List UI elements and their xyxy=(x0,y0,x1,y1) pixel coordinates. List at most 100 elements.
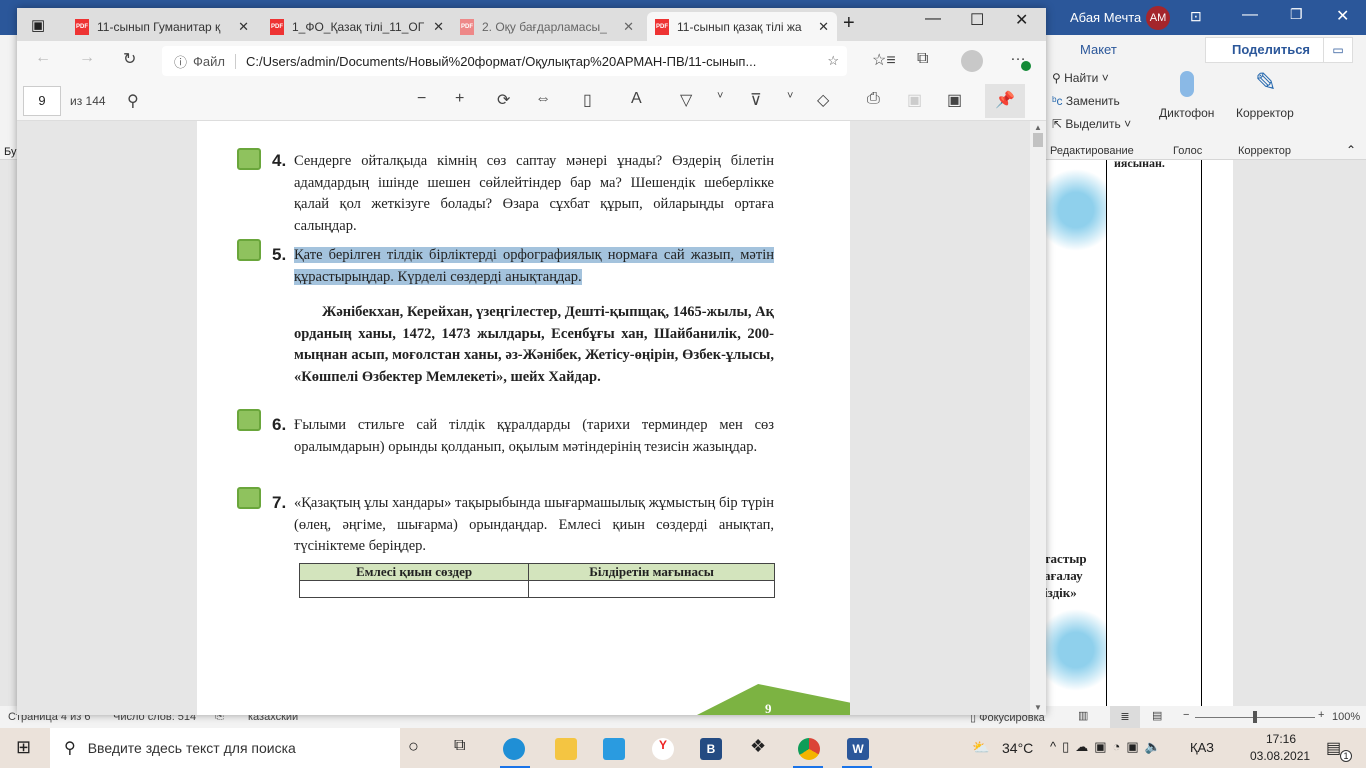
zoom-in-button[interactable]: + xyxy=(455,90,464,108)
address-input[interactable]: ⓘ Файл C:/Users/admin/Documents/Новый%20… xyxy=(162,46,847,76)
save-icon[interactable]: ▣ xyxy=(907,90,922,110)
search-icon[interactable]: ⚲ xyxy=(127,91,139,111)
read-mode-icon[interactable]: ▥ xyxy=(1078,709,1088,722)
share-button[interactable]: Поделиться xyxy=(1205,37,1339,63)
close-tab-icon[interactable]: ✕ xyxy=(818,19,829,35)
user-name: Абая Мечта xyxy=(1070,10,1142,25)
notification-count: 1 xyxy=(1340,750,1352,762)
collections-icon[interactable]: ⧉ xyxy=(917,50,928,68)
close-button[interactable]: ✕ xyxy=(1336,6,1349,26)
clock-date[interactable]: 03.08.2021 xyxy=(1250,749,1310,763)
close-tab-icon[interactable]: ✕ xyxy=(238,19,249,35)
save-as-icon[interactable]: ▣ xyxy=(947,90,962,110)
restore-button[interactable]: ❐ xyxy=(1290,6,1303,23)
input-language[interactable]: ҚАЗ xyxy=(1190,740,1214,755)
cell-text: иясынан. xyxy=(1114,156,1165,170)
yandex-icon[interactable]: Y xyxy=(652,738,674,760)
pdf-viewer: 4. Сендерге ойталқыда кімнің сөз саптау … xyxy=(17,121,1030,715)
replace-button[interactable]: ᵇc Заменить xyxy=(1052,94,1120,108)
scrollbar[interactable]: ▲ ▼ xyxy=(1030,121,1046,715)
editor-pen-icon[interactable]: ✎ xyxy=(1255,67,1277,98)
info-icon[interactable]: ⓘ xyxy=(174,52,187,71)
mail-icon[interactable] xyxy=(603,738,625,760)
pdf-page: 4. Сендерге ойталқыда кімнің сөз саптау … xyxy=(197,121,850,715)
favorite-add-icon[interactable]: ☆ xyxy=(827,53,839,69)
search-box[interactable]: ⚲ Введите здесь текст для поиска xyxy=(50,728,400,768)
print-icon[interactable]: ⎙ xyxy=(867,90,880,108)
share-label: Поделиться xyxy=(1232,42,1311,57)
microphone-icon[interactable] xyxy=(1180,71,1194,97)
zoom-level[interactable]: 100% xyxy=(1332,711,1360,723)
scroll-up-icon[interactable]: ▲ xyxy=(1034,123,1042,132)
tab-layout[interactable]: Макет xyxy=(1080,42,1117,57)
new-tab-button[interactable]: + xyxy=(843,12,855,35)
avatar[interactable]: АМ xyxy=(1146,6,1170,30)
eraser-icon[interactable]: ◇ xyxy=(817,90,829,110)
refresh-button[interactable]: ↻ xyxy=(123,49,136,69)
cortana-icon[interactable]: ○ xyxy=(408,736,419,757)
read-aloud-icon[interactable]: A xyxy=(631,90,642,108)
web-layout-icon[interactable]: ▤ xyxy=(1152,709,1162,722)
forward-button[interactable]: → xyxy=(79,49,95,67)
word-icon[interactable]: W xyxy=(847,738,869,760)
highlight-icon[interactable]: ⊽ xyxy=(750,90,762,110)
close-tab-icon[interactable]: ✕ xyxy=(623,19,634,35)
file-explorer-icon[interactable] xyxy=(555,738,577,760)
page-number-input[interactable]: 9 xyxy=(23,86,61,116)
ribbon-display-icon[interactable]: ⊡ xyxy=(1190,8,1202,25)
task-text-highlighted[interactable]: Қате берілген тілдік бірліктерді орфогра… xyxy=(294,247,774,285)
editor-button[interactable]: Корректор xyxy=(1236,106,1294,120)
back-button[interactable]: ← xyxy=(35,49,51,67)
minimize-button[interactable]: — xyxy=(1242,6,1258,24)
collapse-ribbon-icon[interactable]: ⌃ xyxy=(1346,143,1356,157)
replace-icon: ᵇc xyxy=(1052,94,1063,108)
dictate-button[interactable]: Диктофон xyxy=(1159,106,1214,120)
edge-app-icon[interactable] xyxy=(503,738,525,760)
close-button[interactable]: ✕ xyxy=(1015,10,1028,30)
tab[interactable]: PDF 2. Оқу бағдарламасы_ ✕ xyxy=(452,12,642,41)
vk-icon[interactable]: B xyxy=(700,738,722,760)
side-line: ағалау xyxy=(1044,568,1083,583)
scroll-thumb[interactable] xyxy=(1033,133,1043,147)
notifications-icon[interactable]: ▤ xyxy=(1326,738,1341,758)
select-button[interactable]: ⇱ Выделить ˅ xyxy=(1052,117,1131,131)
clock-time[interactable]: 17:16 xyxy=(1266,732,1296,746)
page-view-icon[interactable]: ▯ xyxy=(583,90,592,110)
dropbox-icon[interactable]: ❖ xyxy=(750,736,766,757)
tab-title: 2. Оқу бағдарламасы_ xyxy=(482,19,607,34)
chrome-icon[interactable] xyxy=(798,738,820,760)
table-cell xyxy=(298,580,530,598)
tab-active[interactable]: PDF 11-сынып қазақ тілі жа ✕ xyxy=(647,12,837,41)
table-header: Білдіретін мағынасы xyxy=(528,563,775,581)
zoom-out-button[interactable]: − xyxy=(417,90,426,108)
pin-toolbar-icon[interactable]: 📌 xyxy=(985,84,1025,118)
comments-icon[interactable]: ▭ xyxy=(1323,37,1353,63)
rotate-icon[interactable]: ⟳ xyxy=(497,90,510,110)
find-label: Найти xyxy=(1064,71,1099,85)
weather-temp[interactable]: 34°C xyxy=(1002,740,1033,756)
zoom-slider-thumb[interactable] xyxy=(1253,711,1257,723)
windows-start-icon[interactable]: ⊞ xyxy=(16,737,31,758)
find-button[interactable]: ⚲ Найти ˅ xyxy=(1052,71,1109,85)
print-layout-icon[interactable]: ≣ xyxy=(1110,706,1140,728)
scroll-down-icon[interactable]: ▼ xyxy=(1034,703,1042,712)
highlight-options-chevron-icon[interactable]: ˅ xyxy=(787,90,793,102)
zoom-in[interactable]: + xyxy=(1318,709,1324,721)
draw-options-chevron-icon[interactable]: ˅ xyxy=(717,90,723,102)
minimize-button[interactable]: — xyxy=(925,10,941,28)
favorites-icon[interactable]: ☆≡ xyxy=(872,50,896,70)
fit-width-icon[interactable]: ⇔ xyxy=(535,90,551,108)
task-view-icon[interactable]: ⧉ xyxy=(454,737,465,755)
draw-icon[interactable]: ▽ xyxy=(680,90,692,110)
pdf-toolbar: 9 из 144 ⚲ − + ⟳ ⇔ ▯ A ▽ ˅ ⊽ ˅ ◇ ⎙ ▣ ▣ 📌 xyxy=(17,81,1046,121)
tab[interactable]: PDF 11-сынып Гуманитар қ ✕ xyxy=(67,12,257,41)
profile-avatar[interactable] xyxy=(961,50,983,72)
maximize-button[interactable]: ☐ xyxy=(970,10,984,30)
tab[interactable]: PDF 1_ФО_Қазақ тілі_11_ОГ ✕ xyxy=(262,12,452,41)
close-tab-icon[interactable]: ✕ xyxy=(433,19,444,35)
zoom-out[interactable]: − xyxy=(1183,709,1189,721)
weather-icon[interactable]: ⛅ xyxy=(972,739,989,756)
tray-icons[interactable]: ^▯☁▣◔▣🔈 xyxy=(1050,739,1167,755)
tab-actions-icon[interactable]: ▣ xyxy=(31,16,45,34)
decorative-pattern xyxy=(1046,600,1106,700)
